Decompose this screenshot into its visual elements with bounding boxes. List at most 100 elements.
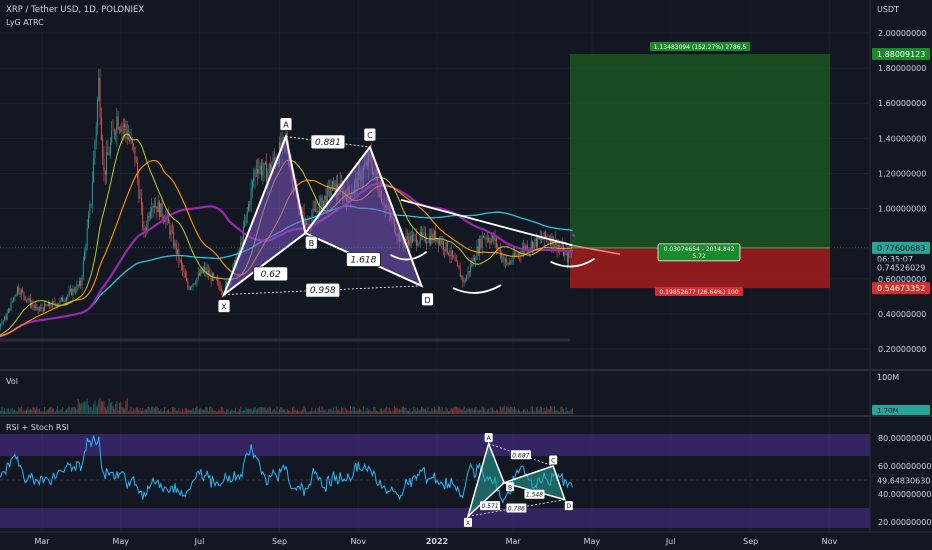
candle-body <box>94 141 96 159</box>
candle-body <box>184 272 186 278</box>
candle-body <box>18 286 20 293</box>
volume-bar <box>113 408 115 414</box>
candle-body <box>210 273 212 281</box>
candle-body <box>406 236 408 240</box>
volume-bar <box>112 406 114 414</box>
volume-bar <box>321 406 323 414</box>
candle-body <box>97 99 98 126</box>
volume-bar <box>279 409 281 414</box>
candle-body <box>142 205 144 228</box>
volume-bar <box>383 409 385 414</box>
harmonic-point-label: C <box>367 131 373 140</box>
volume-bar <box>343 411 345 414</box>
volume-bar <box>300 410 302 414</box>
volume-bar <box>537 406 539 414</box>
volume-bar <box>143 410 145 414</box>
candle-body <box>220 290 222 292</box>
volume-bar <box>411 410 413 414</box>
volume-bar <box>197 410 199 414</box>
volume-bar <box>13 410 15 414</box>
volume-bar <box>55 409 57 414</box>
candle-body <box>446 241 448 253</box>
volume-bar <box>155 406 157 414</box>
candle-body <box>117 116 119 129</box>
volume-bar <box>406 410 408 414</box>
volume-bar <box>526 408 528 414</box>
volume-bar <box>511 406 513 414</box>
candle-body <box>13 297 15 301</box>
candle-body <box>508 261 510 265</box>
volume-bar <box>5 411 7 414</box>
volume-bar <box>348 410 350 414</box>
candle-body <box>282 137 284 138</box>
volume-bar <box>268 407 270 414</box>
volume-bar <box>118 402 120 414</box>
volume-bar <box>235 407 237 414</box>
candle-body <box>481 235 483 248</box>
volume-bar <box>249 409 251 414</box>
volume-bar <box>482 407 484 414</box>
volume-bar <box>463 406 465 414</box>
candle-body <box>77 284 79 286</box>
long-position-tool[interactable]: 1.13483094 (152.27%) 2786.5 0.03074654 - … <box>570 42 830 296</box>
time-tick-label: 2022 <box>426 537 448 546</box>
candle-body <box>121 126 123 132</box>
candle-body <box>264 162 266 164</box>
volume-bar <box>515 408 517 414</box>
candle-body <box>493 235 495 241</box>
volume-bar <box>40 411 42 414</box>
volume-bar <box>333 407 335 414</box>
volume-bar <box>19 408 21 414</box>
volume-bar <box>382 410 384 414</box>
time-tick-label: Jul <box>194 537 205 546</box>
volume-bar <box>557 411 559 414</box>
volume-bar <box>480 409 482 414</box>
volume-bar <box>33 407 35 414</box>
volume-bar <box>280 407 282 414</box>
candle-body <box>532 241 533 250</box>
volume-bar <box>14 409 16 414</box>
volume-bar <box>521 411 523 414</box>
price-chart-svg[interactable]: 1.13483094 (152.27%) 2786.5 0.03074654 - … <box>0 0 932 550</box>
candle-body <box>59 299 61 304</box>
candle-body <box>519 253 521 255</box>
volume-bar <box>461 409 463 414</box>
volume-bar <box>402 406 404 414</box>
candle-body <box>28 298 30 301</box>
candle-body <box>195 283 197 284</box>
volume-bar <box>401 407 403 414</box>
volume-bar <box>467 408 469 414</box>
volume-bar <box>226 409 228 414</box>
volume-bar <box>246 409 248 414</box>
candle-body <box>471 264 473 266</box>
volume-bar <box>208 411 210 414</box>
candle-body <box>187 280 189 288</box>
volume-bar <box>502 407 504 414</box>
volume-bar <box>538 410 540 414</box>
volume-bar <box>102 402 104 414</box>
volume-bar <box>86 398 88 414</box>
candle-body <box>428 236 430 243</box>
candle-body <box>217 279 219 281</box>
volume-bar <box>160 409 162 414</box>
profit-zone <box>570 54 830 248</box>
candle-body <box>421 232 422 236</box>
volume-bar <box>415 411 417 414</box>
candle-body <box>193 283 195 285</box>
volume-bar <box>330 409 332 414</box>
volume-bar <box>161 411 163 414</box>
volume-bar <box>6 408 8 414</box>
candle-body <box>219 285 221 291</box>
harmonic-point-label: A <box>283 121 289 130</box>
volume-bar <box>423 409 425 414</box>
candle-body <box>544 231 546 238</box>
volume-bar <box>340 406 342 414</box>
volume-bar <box>446 408 448 414</box>
volume-bar <box>127 411 129 414</box>
volume-bar <box>506 406 508 414</box>
volume-bar <box>206 407 208 414</box>
candle-body <box>504 259 506 261</box>
price-tick-label: 2.00000000 <box>878 29 926 38</box>
volume-bar <box>303 406 305 414</box>
volume-bar <box>428 410 430 414</box>
